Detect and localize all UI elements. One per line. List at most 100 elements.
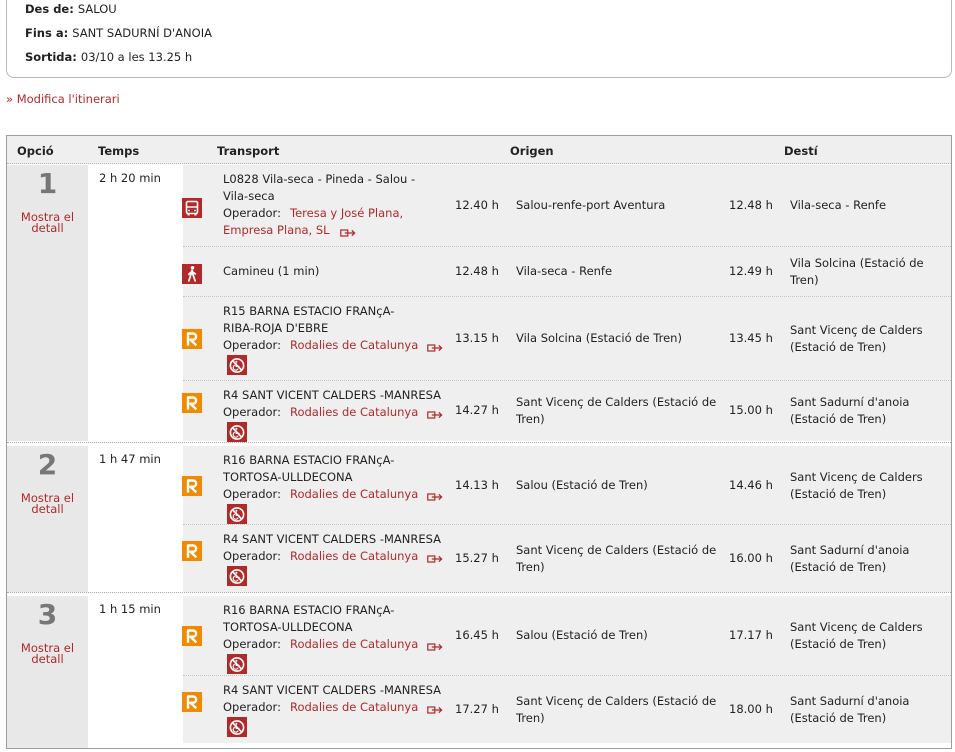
external-link-icon[interactable] <box>427 704 443 714</box>
origin-stop: Sant Vicenç de Calders (Estació de <box>516 543 717 557</box>
destination-stop: Sant Sadurní d'anoia <box>790 543 910 557</box>
origin-stop-cont: Tren) <box>516 711 545 725</box>
destination-stop: Sant Vicenç de Calders <box>790 620 923 634</box>
operator-label: Operador: <box>223 206 281 220</box>
modify-itinerary-link[interactable]: » Modifica l'itinerari <box>6 92 120 106</box>
rodalies-icon <box>182 329 202 349</box>
departure-time: 14.27 h <box>455 403 499 417</box>
origin-stop: Vila Solcina (Estació de Tren) <box>516 331 682 345</box>
to-value: SANT SADURNÍ D'ANOIA <box>72 26 212 40</box>
transport-segment: R4 SANT VICENT CALDERS -MANRESA Operador:… <box>175 676 951 743</box>
destination-stop: Sant Sadurní d'anoia <box>790 395 910 409</box>
transport-segment: Camineu (1 min) 12.48 h Vila-seca - Renfe 1… <box>175 247 951 297</box>
external-link-icon[interactable] <box>427 553 443 563</box>
departure-time: 13.15 h <box>455 331 499 345</box>
operator-label: Operador: <box>223 637 281 651</box>
origin-stop: Sant Vicenç de Calders (Estació de <box>516 694 717 708</box>
arrival-time: 16.00 h <box>729 551 773 565</box>
itinerary-option: 1 Mostra el detall 2 h 20 min L0828 Vila-sec… <box>7 165 951 442</box>
origin-stop: Salou-renfe-port Aventura <box>516 198 666 212</box>
line-name: R4 SANT VICENT CALDERS -MANRESA <box>223 388 442 402</box>
line-name: R4 SANT VICENT CALDERS -MANRESA <box>223 683 442 697</box>
operator-link[interactable]: Rodalies de Catalunya <box>290 486 418 503</box>
header-transport: Transport <box>217 144 280 158</box>
accessibility-icon <box>227 355 247 375</box>
table-header: Opció Temps Transport Origen Destí <box>7 136 951 164</box>
header-origin: Origen <box>510 144 554 158</box>
destination-stop-cont: (Estació de Tren) <box>790 412 887 426</box>
destination-stop: Vila-seca - Renfe <box>790 198 887 212</box>
destination-stop-cont: (Estació de Tren) <box>790 340 887 354</box>
transport-segment: R16 BARNA ESTACIO FRANçA- TORTOSA-ULLDECO… <box>175 596 951 676</box>
header-destination: Destí <box>784 144 818 158</box>
transport-segment: R4 SANT VICENT CALDERS -MANRESA Operador:… <box>175 381 951 442</box>
destination-stop-cont: (Estació de Tren) <box>790 560 887 574</box>
line-name: L0828 Vila-seca - Pineda - Salou - <box>223 172 416 186</box>
origin-stop-cont: Tren) <box>516 560 545 574</box>
to-row: Fins a: SANT SADURNÍ D'ANOIA <box>25 26 212 40</box>
line-name-cont: TORTOSA-ULLDECONA <box>223 620 353 634</box>
external-link-icon[interactable] <box>340 227 356 237</box>
arrival-time: 17.17 h <box>729 628 773 642</box>
option-duration: 1 h 15 min <box>99 602 161 616</box>
option-number: 2 <box>37 448 58 481</box>
arrival-time: 15.00 h <box>729 403 773 417</box>
arrival-time: 14.46 h <box>729 478 773 492</box>
walk-icon <box>182 264 202 284</box>
external-link-icon[interactable] <box>427 342 443 352</box>
from-label: Des de: <box>25 2 74 16</box>
transport-segment: R4 SANT VICENT CALDERS -MANRESA Operador:… <box>175 525 951 592</box>
option-number: 1 <box>37 167 58 200</box>
operator-link[interactable]: Rodalies de Catalunya <box>290 699 418 716</box>
line-name: R15 BARNA ESTACIO FRANçA- <box>223 304 395 318</box>
departure-label: Sortida: <box>25 50 77 64</box>
show-detail-link[interactable]: Mostra el detall <box>7 492 88 515</box>
operator-link[interactable]: Rodalies de Catalunya <box>290 404 418 421</box>
origin-stop: Salou (Estació de Tren) <box>516 478 648 492</box>
departure-time: 17.27 h <box>455 702 499 716</box>
operator-label: Operador: <box>223 338 281 352</box>
accessibility-icon <box>227 654 247 674</box>
destination-stop-cont: (Estació de Tren) <box>790 487 887 501</box>
bus-icon <box>182 198 202 218</box>
operator-link[interactable]: Rodalies de Catalunya <box>290 337 418 354</box>
from-row: Des de: SALOU <box>25 2 117 16</box>
departure-value: 03/10 a les 13.25 h <box>80 50 193 64</box>
operator-label: Operador: <box>223 405 281 419</box>
arrival-time: 12.48 h <box>729 198 773 212</box>
destination-stop: Sant Sadurní d'anoia <box>790 694 910 708</box>
option-duration: 2 h 20 min <box>99 171 161 185</box>
rodalies-icon <box>182 393 202 413</box>
option-divider <box>7 442 951 443</box>
external-link-icon[interactable] <box>427 409 443 419</box>
operator-link[interactable]: Rodalies de Catalunya <box>290 636 418 653</box>
arrival-time: 12.49 h <box>729 264 773 278</box>
option-number-cell <box>7 165 88 441</box>
rodalies-icon <box>182 626 202 646</box>
line-name: R4 SANT VICENT CALDERS -MANRESA <box>223 532 442 546</box>
operator-link-cont[interactable]: Empresa Plana, SL <box>223 222 330 239</box>
line-name-cont: TORTOSA-ULLDECONA <box>223 470 353 484</box>
operator-link[interactable]: Rodalies de Catalunya <box>290 548 418 565</box>
destination-stop: Vila Solcina (Estació de <box>790 256 924 270</box>
line-name: R16 BARNA ESTACIO FRANçA- <box>223 453 395 467</box>
rodalies-icon <box>182 541 202 561</box>
show-detail-link[interactable]: Mostra el detall <box>7 642 88 665</box>
transport-segment: L0828 Vila-seca - Pineda - Salou - Vila-s… <box>175 165 951 247</box>
operator-label: Operador: <box>223 549 281 563</box>
operator-link[interactable]: Teresa y José Plana, <box>290 205 403 222</box>
header-time: Temps <box>98 144 140 158</box>
destination-stop-cont: (Estació de Tren) <box>790 637 887 651</box>
origin-stop: Salou (Estació de Tren) <box>516 628 648 642</box>
itinerary-option: 2 Mostra el detall 1 h 47 min R16 BARNA ESTA… <box>7 442 951 592</box>
line-name: R16 BARNA ESTACIO FRANçA- <box>223 603 395 617</box>
departure-time: 12.40 h <box>455 198 499 212</box>
destination-stop: Sant Vicenç de Calders <box>790 470 923 484</box>
show-detail-link[interactable]: Mostra el detall <box>7 211 88 234</box>
departure-time: 16.45 h <box>455 628 499 642</box>
external-link-icon[interactable] <box>427 641 443 651</box>
external-link-icon[interactable] <box>427 491 443 501</box>
accessibility-icon <box>227 717 247 737</box>
destination-stop: Sant Vicenç de Calders <box>790 323 923 337</box>
origin-stop: Sant Vicenç de Calders (Estació de <box>516 395 717 409</box>
